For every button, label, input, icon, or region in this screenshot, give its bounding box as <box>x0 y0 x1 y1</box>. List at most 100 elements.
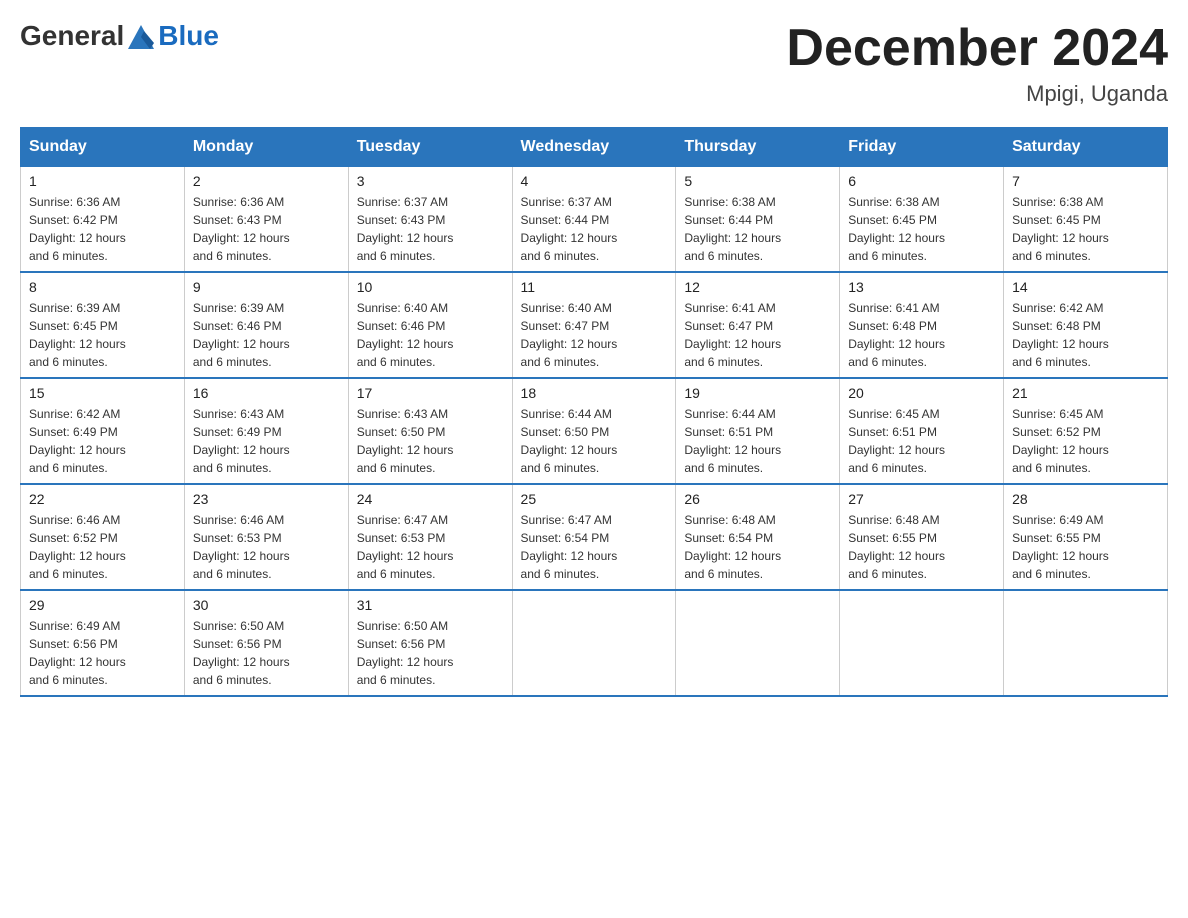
day-cell: 29 Sunrise: 6:49 AMSunset: 6:56 PMDaylig… <box>21 590 185 696</box>
day-number: 17 <box>357 385 504 401</box>
day-info: Sunrise: 6:41 AMSunset: 6:47 PMDaylight:… <box>684 301 781 369</box>
day-cell: 1 Sunrise: 6:36 AMSunset: 6:42 PMDayligh… <box>21 167 185 273</box>
week-row-4: 22 Sunrise: 6:46 AMSunset: 6:52 PMDaylig… <box>21 484 1168 590</box>
day-number: 27 <box>848 491 995 507</box>
day-cell: 9 Sunrise: 6:39 AMSunset: 6:46 PMDayligh… <box>184 272 348 378</box>
col-friday: Friday <box>840 128 1004 167</box>
day-cell <box>1004 590 1168 696</box>
day-cell: 8 Sunrise: 6:39 AMSunset: 6:45 PMDayligh… <box>21 272 185 378</box>
day-cell: 12 Sunrise: 6:41 AMSunset: 6:47 PMDaylig… <box>676 272 840 378</box>
day-info: Sunrise: 6:40 AMSunset: 6:46 PMDaylight:… <box>357 301 454 369</box>
day-cell: 22 Sunrise: 6:46 AMSunset: 6:52 PMDaylig… <box>21 484 185 590</box>
day-info: Sunrise: 6:40 AMSunset: 6:47 PMDaylight:… <box>521 301 618 369</box>
day-cell: 30 Sunrise: 6:50 AMSunset: 6:56 PMDaylig… <box>184 590 348 696</box>
col-tuesday: Tuesday <box>348 128 512 167</box>
day-number: 29 <box>29 597 176 613</box>
calendar-table: Sunday Monday Tuesday Wednesday Thursday… <box>20 127 1168 697</box>
day-info: Sunrise: 6:50 AMSunset: 6:56 PMDaylight:… <box>193 619 290 687</box>
day-number: 23 <box>193 491 340 507</box>
day-info: Sunrise: 6:36 AMSunset: 6:43 PMDaylight:… <box>193 195 290 263</box>
day-info: Sunrise: 6:46 AMSunset: 6:52 PMDaylight:… <box>29 513 126 581</box>
month-title: December 2024 <box>786 20 1168 77</box>
day-number: 8 <box>29 279 176 295</box>
week-row-5: 29 Sunrise: 6:49 AMSunset: 6:56 PMDaylig… <box>21 590 1168 696</box>
logo: General Blue <box>20 20 219 52</box>
day-number: 14 <box>1012 279 1159 295</box>
day-info: Sunrise: 6:45 AMSunset: 6:51 PMDaylight:… <box>848 407 945 475</box>
day-number: 22 <box>29 491 176 507</box>
day-cell: 4 Sunrise: 6:37 AMSunset: 6:44 PMDayligh… <box>512 167 676 273</box>
day-number: 18 <box>521 385 668 401</box>
day-number: 12 <box>684 279 831 295</box>
day-cell: 6 Sunrise: 6:38 AMSunset: 6:45 PMDayligh… <box>840 167 1004 273</box>
day-number: 16 <box>193 385 340 401</box>
day-number: 19 <box>684 385 831 401</box>
day-cell: 20 Sunrise: 6:45 AMSunset: 6:51 PMDaylig… <box>840 378 1004 484</box>
day-number: 2 <box>193 173 340 189</box>
day-number: 7 <box>1012 173 1159 189</box>
week-row-2: 8 Sunrise: 6:39 AMSunset: 6:45 PMDayligh… <box>21 272 1168 378</box>
day-number: 20 <box>848 385 995 401</box>
day-cell: 11 Sunrise: 6:40 AMSunset: 6:47 PMDaylig… <box>512 272 676 378</box>
day-cell <box>512 590 676 696</box>
page-header: General Blue December 2024 Mpigi, Uganda <box>20 20 1168 107</box>
day-info: Sunrise: 6:43 AMSunset: 6:50 PMDaylight:… <box>357 407 454 475</box>
day-info: Sunrise: 6:37 AMSunset: 6:43 PMDaylight:… <box>357 195 454 263</box>
day-cell <box>840 590 1004 696</box>
day-info: Sunrise: 6:44 AMSunset: 6:51 PMDaylight:… <box>684 407 781 475</box>
day-number: 11 <box>521 279 668 295</box>
location: Mpigi, Uganda <box>786 81 1168 107</box>
day-cell: 2 Sunrise: 6:36 AMSunset: 6:43 PMDayligh… <box>184 167 348 273</box>
col-wednesday: Wednesday <box>512 128 676 167</box>
day-info: Sunrise: 6:48 AMSunset: 6:55 PMDaylight:… <box>848 513 945 581</box>
day-cell: 13 Sunrise: 6:41 AMSunset: 6:48 PMDaylig… <box>840 272 1004 378</box>
day-cell: 27 Sunrise: 6:48 AMSunset: 6:55 PMDaylig… <box>840 484 1004 590</box>
day-info: Sunrise: 6:36 AMSunset: 6:42 PMDaylight:… <box>29 195 126 263</box>
day-info: Sunrise: 6:50 AMSunset: 6:56 PMDaylight:… <box>357 619 454 687</box>
col-sunday: Sunday <box>21 128 185 167</box>
day-number: 6 <box>848 173 995 189</box>
day-info: Sunrise: 6:37 AMSunset: 6:44 PMDaylight:… <box>521 195 618 263</box>
day-cell: 15 Sunrise: 6:42 AMSunset: 6:49 PMDaylig… <box>21 378 185 484</box>
day-info: Sunrise: 6:47 AMSunset: 6:53 PMDaylight:… <box>357 513 454 581</box>
day-cell: 24 Sunrise: 6:47 AMSunset: 6:53 PMDaylig… <box>348 484 512 590</box>
day-number: 4 <box>521 173 668 189</box>
day-info: Sunrise: 6:39 AMSunset: 6:45 PMDaylight:… <box>29 301 126 369</box>
day-info: Sunrise: 6:46 AMSunset: 6:53 PMDaylight:… <box>193 513 290 581</box>
day-number: 28 <box>1012 491 1159 507</box>
day-cell: 28 Sunrise: 6:49 AMSunset: 6:55 PMDaylig… <box>1004 484 1168 590</box>
day-cell: 16 Sunrise: 6:43 AMSunset: 6:49 PMDaylig… <box>184 378 348 484</box>
week-row-3: 15 Sunrise: 6:42 AMSunset: 6:49 PMDaylig… <box>21 378 1168 484</box>
day-number: 30 <box>193 597 340 613</box>
day-cell: 18 Sunrise: 6:44 AMSunset: 6:50 PMDaylig… <box>512 378 676 484</box>
day-cell: 26 Sunrise: 6:48 AMSunset: 6:54 PMDaylig… <box>676 484 840 590</box>
day-cell: 17 Sunrise: 6:43 AMSunset: 6:50 PMDaylig… <box>348 378 512 484</box>
day-number: 10 <box>357 279 504 295</box>
day-info: Sunrise: 6:38 AMSunset: 6:45 PMDaylight:… <box>1012 195 1109 263</box>
week-row-1: 1 Sunrise: 6:36 AMSunset: 6:42 PMDayligh… <box>21 167 1168 273</box>
day-info: Sunrise: 6:48 AMSunset: 6:54 PMDaylight:… <box>684 513 781 581</box>
calendar-body: 1 Sunrise: 6:36 AMSunset: 6:42 PMDayligh… <box>21 167 1168 697</box>
day-cell: 7 Sunrise: 6:38 AMSunset: 6:45 PMDayligh… <box>1004 167 1168 273</box>
day-info: Sunrise: 6:42 AMSunset: 6:49 PMDaylight:… <box>29 407 126 475</box>
logo-icon <box>126 21 156 51</box>
day-info: Sunrise: 6:43 AMSunset: 6:49 PMDaylight:… <box>193 407 290 475</box>
day-cell <box>676 590 840 696</box>
day-info: Sunrise: 6:39 AMSunset: 6:46 PMDaylight:… <box>193 301 290 369</box>
day-number: 13 <box>848 279 995 295</box>
day-cell: 10 Sunrise: 6:40 AMSunset: 6:46 PMDaylig… <box>348 272 512 378</box>
day-info: Sunrise: 6:42 AMSunset: 6:48 PMDaylight:… <box>1012 301 1109 369</box>
day-number: 31 <box>357 597 504 613</box>
day-info: Sunrise: 6:49 AMSunset: 6:55 PMDaylight:… <box>1012 513 1109 581</box>
day-cell: 21 Sunrise: 6:45 AMSunset: 6:52 PMDaylig… <box>1004 378 1168 484</box>
title-block: December 2024 Mpigi, Uganda <box>786 20 1168 107</box>
day-number: 9 <box>193 279 340 295</box>
day-number: 5 <box>684 173 831 189</box>
day-info: Sunrise: 6:38 AMSunset: 6:44 PMDaylight:… <box>684 195 781 263</box>
day-cell: 25 Sunrise: 6:47 AMSunset: 6:54 PMDaylig… <box>512 484 676 590</box>
col-saturday: Saturday <box>1004 128 1168 167</box>
day-number: 24 <box>357 491 504 507</box>
day-number: 3 <box>357 173 504 189</box>
day-info: Sunrise: 6:44 AMSunset: 6:50 PMDaylight:… <box>521 407 618 475</box>
day-number: 25 <box>521 491 668 507</box>
